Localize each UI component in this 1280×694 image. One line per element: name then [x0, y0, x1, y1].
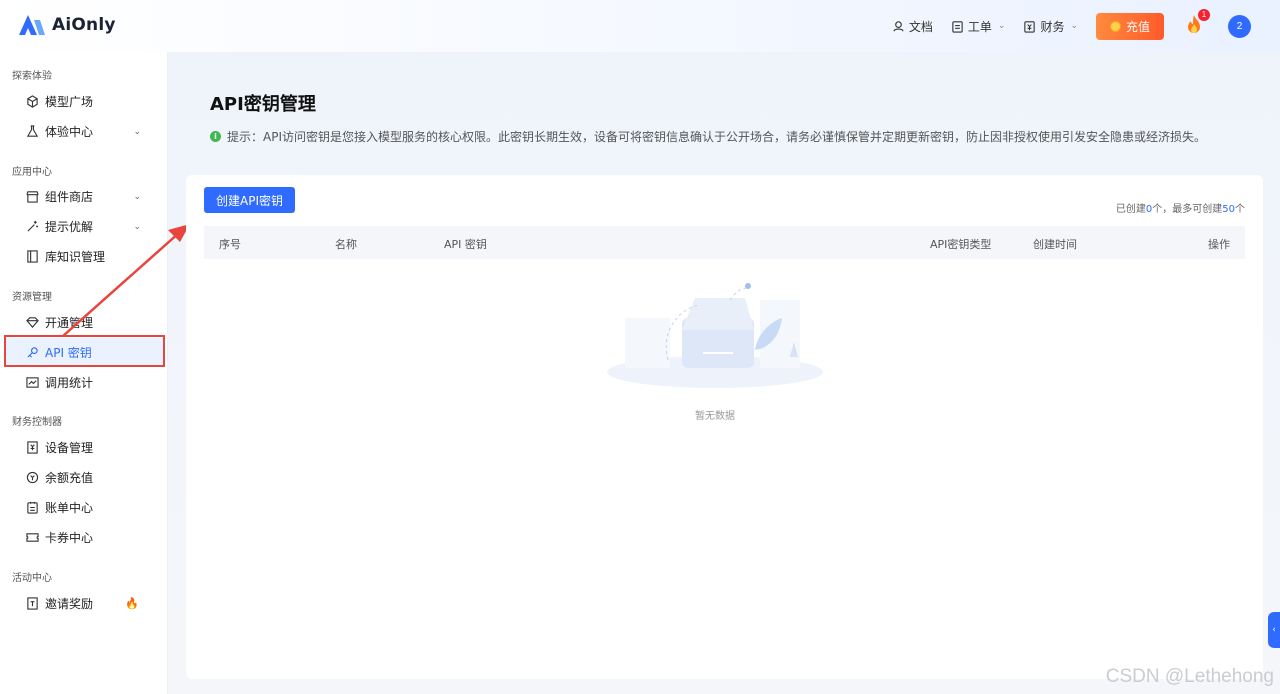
app-logo[interactable]: AiOnly — [18, 14, 116, 36]
sidebar-item-usage-stats[interactable]: 调用统计 — [5, 368, 163, 397]
nav-finance[interactable]: 财务 ⌄ — [1023, 18, 1078, 35]
nav-finance-label: 财务 — [1040, 19, 1065, 34]
key-icon — [26, 346, 39, 359]
quota-mid: 个，最多可创建 — [1152, 204, 1223, 215]
sidebar-item-api-keys[interactable]: API 密钥 — [5, 338, 163, 367]
wallet-icon — [26, 471, 39, 484]
column-header-index: 序号 — [219, 238, 241, 251]
column-header-api-key: API 密钥 — [444, 238, 487, 251]
sidebar-item-label: 卡券中心 — [45, 531, 94, 545]
sidebar-item-label: 开通管理 — [45, 316, 94, 330]
column-header-key-type: API密钥类型 — [930, 238, 992, 251]
notification-fire[interactable]: 1 — [1184, 8, 1210, 39]
sidebar-group-title: 应用中心 — [12, 167, 52, 178]
sidebar-item-component-store[interactable]: 组件商店 ⌄ — [5, 182, 163, 211]
sidebar-group-title: 探索体验 — [12, 71, 52, 82]
nav-ticket-label: 工单 — [967, 19, 992, 34]
sidebar-item-label: 库知识管理 — [45, 250, 106, 264]
sidebar-item-label: 组件商店 — [45, 190, 94, 204]
sidebar: 探索体验 模型广场 体验中心 ⌄ 应用中心 组件商店 ⌄ 提示优解 ⌄ 库知识管… — [0, 52, 168, 694]
sidebar-item-knowledge-base[interactable]: 库知识管理 — [5, 242, 163, 271]
sidebar-item-balance-recharge[interactable]: 余额充值 — [5, 463, 163, 492]
sidebar-item-activation[interactable]: 开通管理 — [5, 308, 163, 337]
notification-badge: 1 — [1198, 8, 1210, 21]
table-header: 序号 名称 API 密钥 API密钥类型 创建时间 操作 — [204, 226, 1245, 259]
bill-icon — [26, 501, 39, 514]
sidebar-item-label: 提示优解 — [45, 220, 94, 234]
column-header-name: 名称 — [335, 238, 357, 251]
app-name: AiOnly — [52, 15, 116, 35]
key-quota: 已创建0个，最多可创建50个 — [1116, 200, 1245, 215]
sidebar-item-model-plaza[interactable]: 模型广场 — [5, 87, 163, 116]
column-header-actions: 操作 — [1208, 238, 1230, 251]
finance-icon — [1024, 20, 1036, 33]
logo-icon — [19, 15, 45, 35]
docs-icon — [893, 20, 904, 31]
chevron-down-icon: ⌄ — [133, 221, 141, 232]
sidebar-item-experience-center[interactable]: 体验中心 ⌄ — [5, 117, 163, 146]
chevron-down-icon: ⌄ — [133, 126, 141, 137]
hot-fire-icon: 🔥 — [125, 597, 139, 610]
notice-banner: i 提示：API访问密钥是您接入模型服务的核心权限。此密钥长期生效，设备可将密钥… — [210, 128, 1206, 145]
sidebar-item-label: 余额充值 — [45, 471, 94, 485]
chevron-down-icon: ⌄ — [133, 191, 141, 202]
sidebar-item-prompt-optimize[interactable]: 提示优解 ⌄ — [5, 212, 163, 241]
gift-icon — [26, 597, 39, 610]
sidebar-item-billing-center[interactable]: 账单中心 — [5, 493, 163, 522]
empty-state-illustration-icon — [607, 283, 823, 388]
sidebar-item-invite-rewards[interactable]: 邀请奖励 🔥 — [5, 589, 163, 618]
sidebar-item-label: 账单中心 — [45, 501, 94, 515]
quota-prefix: 已创建 — [1115, 204, 1146, 215]
flask-icon — [26, 125, 39, 138]
cube-icon — [26, 95, 39, 108]
diamond-icon — [26, 316, 39, 329]
device-icon — [26, 441, 39, 454]
recharge-label: 充值 — [1125, 19, 1150, 34]
store-icon — [26, 190, 39, 203]
sidebar-item-device-management[interactable]: 设备管理 — [5, 433, 163, 462]
sidebar-item-label: 模型广场 — [45, 95, 94, 109]
top-header: AiOnly 文档 工单 ⌄ 财务 ⌄ 充值 1 2 — [0, 0, 1280, 52]
column-header-created-time: 创建时间 — [1033, 238, 1077, 251]
notice-text: 提示：API访问密钥是您接入模型服务的核心权限。此密钥长期生效，设备可将密钥信息… — [227, 130, 1206, 144]
chevron-left-icon: ‹ — [1272, 625, 1276, 635]
empty-state-text: 暂无数据 — [695, 411, 735, 422]
sidebar-item-label: 邀请奖励 — [45, 597, 94, 611]
quota-max: 50 — [1222, 204, 1235, 215]
book-icon — [26, 250, 39, 263]
nav-ticket[interactable]: 工单 ⌄ — [951, 18, 1006, 35]
nav-docs-label: 文档 — [908, 19, 933, 34]
info-icon: i — [210, 131, 221, 142]
magic-wand-icon — [26, 220, 39, 233]
quota-suffix: 个 — [1235, 204, 1245, 215]
nav-docs[interactable]: 文档 — [892, 18, 933, 35]
sidebar-group-title: 活动中心 — [12, 573, 52, 584]
chevron-down-icon: ⌄ — [1070, 21, 1078, 31]
sidebar-group-title: 资源管理 — [12, 292, 52, 303]
page-title: API密钥管理 — [210, 94, 316, 115]
avatar[interactable]: 2 — [1228, 14, 1251, 38]
sidebar-item-label: 调用统计 — [45, 376, 94, 390]
sidebar-item-label: API 密钥 — [45, 346, 92, 360]
coin-icon — [1109, 20, 1121, 32]
sidebar-item-coupon-center[interactable]: 卡券中心 — [5, 523, 163, 552]
watermark: CSDN @Lethehong — [1105, 666, 1274, 687]
coupon-icon — [26, 531, 39, 544]
sidebar-item-label: 设备管理 — [45, 441, 94, 455]
ticket-icon — [952, 20, 963, 33]
collapse-tab[interactable]: ‹ — [1268, 612, 1280, 648]
sidebar-group-title: 财务控制器 — [12, 417, 62, 428]
chevron-down-icon: ⌄ — [997, 21, 1006, 31]
recharge-button[interactable]: 充值 — [1096, 12, 1164, 40]
chart-icon — [26, 376, 39, 389]
create-api-key-button[interactable]: 创建API密钥 — [204, 187, 295, 213]
sidebar-item-label: 体验中心 — [45, 125, 94, 139]
